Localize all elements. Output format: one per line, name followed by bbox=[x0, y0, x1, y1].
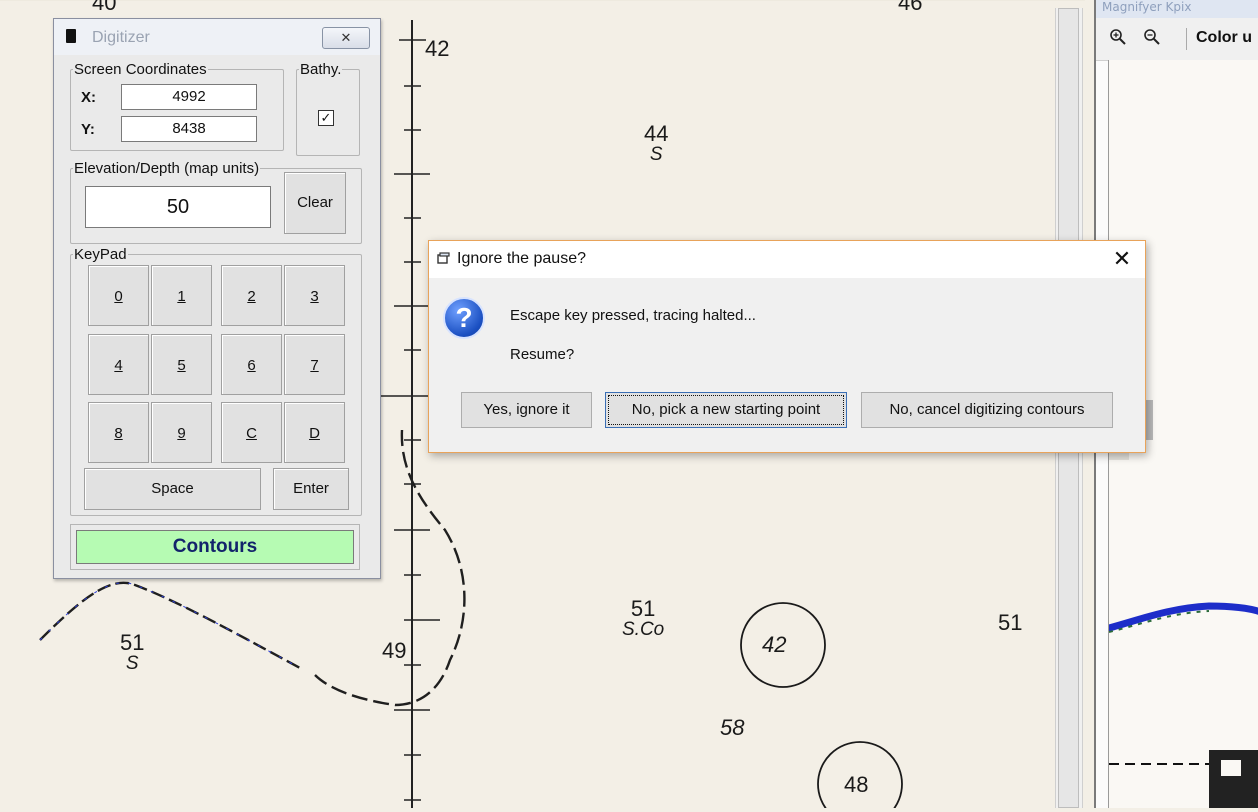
enter-button[interactable]: Enter bbox=[273, 468, 349, 510]
dialog-question: Resume? bbox=[510, 346, 575, 363]
dialog-title: Ignore the pause? bbox=[457, 250, 586, 267]
digitizer-window: Digitizer ✕ Screen Coordinates X: 4992 Y… bbox=[53, 18, 381, 579]
key-2-button[interactable]: 2 bbox=[221, 265, 282, 326]
sounding-42-circle: 42 bbox=[762, 632, 787, 657]
screen-coordinates-label: Screen Coordinates bbox=[73, 61, 208, 78]
yes-ignore-button[interactable]: Yes, ignore it bbox=[461, 392, 592, 428]
dialog-message: Escape key pressed, tracing halted... bbox=[510, 307, 756, 324]
no-cancel-digitizing-button[interactable]: No, cancel digitizing contours bbox=[861, 392, 1113, 428]
keypad-label: KeyPad bbox=[73, 246, 128, 263]
sounding-51-center: 51 S.Co bbox=[622, 596, 665, 640]
key-5-button[interactable]: 5 bbox=[151, 334, 212, 395]
magnifier-toolbar: Color u bbox=[1096, 18, 1258, 61]
digitizer-title: Digitizer bbox=[92, 29, 150, 46]
magnifier-title: Magnifyer Kpix bbox=[1096, 0, 1258, 18]
key-6-button[interactable]: 6 bbox=[221, 334, 282, 395]
key-1-button[interactable]: 1 bbox=[151, 265, 212, 326]
question-icon: ? bbox=[443, 297, 485, 339]
bathy-checkbox[interactable]: ✓ bbox=[318, 110, 334, 126]
key-9-button[interactable]: 9 bbox=[151, 402, 212, 463]
traced-contour-left bbox=[39, 582, 301, 669]
close-button[interactable]: ✕ bbox=[322, 27, 370, 49]
sounding-44: 44 S bbox=[644, 121, 669, 165]
y-coordinate-field[interactable]: 8438 bbox=[121, 116, 257, 142]
dialog-close-button[interactable]: ✕ bbox=[1109, 246, 1135, 272]
key-c-button[interactable]: C bbox=[221, 402, 282, 463]
bathy-label: Bathy. bbox=[299, 61, 343, 78]
clear-button[interactable]: Clear bbox=[284, 172, 346, 234]
zoom-out-icon[interactable] bbox=[1142, 28, 1162, 48]
sounding-42-top: 42 bbox=[425, 36, 450, 61]
sounding-58: 58 bbox=[720, 715, 745, 740]
zoom-in-icon[interactable] bbox=[1108, 28, 1128, 48]
key-d-button[interactable]: D bbox=[284, 402, 345, 463]
depth-contour-left bbox=[39, 581, 301, 670]
document-icon bbox=[66, 29, 76, 43]
key-3-button[interactable]: 3 bbox=[284, 265, 345, 326]
space-button[interactable]: Space bbox=[84, 468, 261, 510]
key-0-button[interactable]: 0 bbox=[88, 265, 149, 326]
no-pick-new-start-button[interactable]: No, pick a new starting point bbox=[605, 392, 847, 428]
mode-status-contours: Contours bbox=[76, 530, 354, 564]
dialog-titlebar[interactable]: Ignore the pause? ✕ bbox=[429, 241, 1145, 278]
sounding-46: 46 bbox=[898, 0, 923, 15]
elevation-label: Elevation/Depth (map units) bbox=[73, 160, 261, 177]
sounding-51-left: 51 S bbox=[120, 630, 145, 674]
elevation-input[interactable]: 50 bbox=[85, 186, 271, 228]
toolbar-separator bbox=[1186, 28, 1187, 50]
ignore-pause-dialog: Ignore the pause? ✕ ? Escape key pressed… bbox=[428, 240, 1146, 453]
y-label: Y: bbox=[81, 121, 95, 138]
x-label: X: bbox=[81, 89, 96, 106]
sounding-51-right: 51 bbox=[998, 610, 1023, 635]
color-menu-button[interactable]: Color u bbox=[1196, 29, 1252, 47]
sounding-49: 49 bbox=[382, 638, 407, 663]
x-coordinate-field[interactable]: 4992 bbox=[121, 84, 257, 110]
app-icon bbox=[437, 252, 450, 264]
sounding-48-circle: 48 bbox=[844, 772, 869, 797]
key-7-button[interactable]: 7 bbox=[284, 334, 345, 395]
sounding-40: 40 bbox=[92, 0, 117, 15]
key-8-button[interactable]: 8 bbox=[88, 402, 149, 463]
digitizer-titlebar[interactable]: Digitizer ✕ bbox=[54, 19, 380, 55]
key-4-button[interactable]: 4 bbox=[88, 334, 149, 395]
